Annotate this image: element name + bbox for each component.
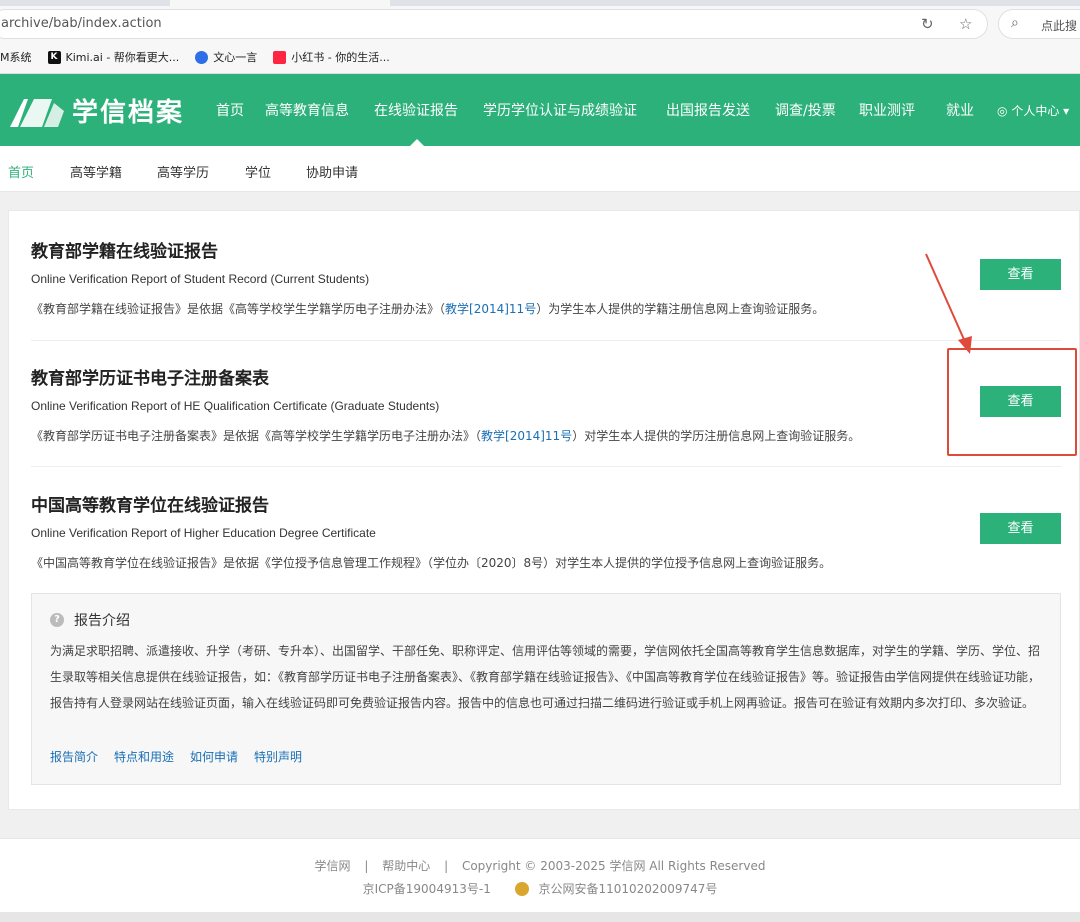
address-bar[interactable]: archive/bab/index.action ↻ ☆ bbox=[0, 9, 988, 39]
intro-body: 为满足求职招聘、派遣接收、升学（考研、专升本）、出国留学、干部任免、职称评定、信… bbox=[50, 644, 1041, 710]
question-icon: ? bbox=[50, 613, 64, 627]
footer-separator: | bbox=[444, 859, 449, 873]
report-degree-certificate: 中国高等教育学位在线验证报告 Online Verification Repor… bbox=[31, 491, 1061, 571]
police-badge-icon bbox=[514, 882, 529, 896]
site-header: 学信档案 首页 高等教育信息 在线验证报告 学历学位认证与成绩验证 出国报告发送… bbox=[0, 74, 1080, 146]
subnav-education[interactable]: 高等学历 bbox=[157, 162, 209, 181]
footer-icp[interactable]: 京ICP备19004913号-1 bbox=[363, 882, 491, 896]
bookmark-label: 小红书 - 你的生活... bbox=[291, 51, 390, 64]
active-nav-indicator bbox=[410, 139, 424, 146]
sub-navigation: 首页 高等学籍 高等学历 学位 协助申请 bbox=[0, 146, 1080, 192]
footer-line-1: 学信网 | 帮助中心 | Copyright © 2003-2025 学信网 A… bbox=[0, 857, 1080, 874]
active-tab[interactable] bbox=[170, 0, 390, 6]
desc-text: ）为学生本人提供的学籍注册信息网上查询验证服务。 bbox=[536, 302, 825, 316]
footer-police-record[interactable]: 京公网安备11010202009747号 bbox=[538, 882, 717, 896]
subnav-degree[interactable]: 学位 bbox=[245, 162, 271, 181]
intro-heading: ? 报告介绍 bbox=[50, 610, 130, 630]
nav-degree-certification[interactable]: 学历学位认证与成绩验证 bbox=[483, 100, 637, 120]
bookmark-kimi[interactable]: K Kimi.ai - 帮你看更大... bbox=[47, 49, 180, 65]
link-how-to-apply[interactable]: 如何申请 bbox=[190, 748, 238, 765]
report-subtitle: Online Verification Report of Higher Edu… bbox=[31, 526, 376, 540]
report-description: 《中国高等教育学位在线验证报告》是依据《学位授予信息管理工作规程》（学位办〔20… bbox=[31, 554, 1061, 571]
report-qualification-certificate: 教育部学历证书电子注册备案表 Online Verification Repor… bbox=[31, 364, 1061, 444]
bookmark-label: Kimi.ai - 帮你看更大... bbox=[65, 51, 180, 64]
subnav-student-record[interactable]: 高等学籍 bbox=[70, 162, 122, 181]
footer-link-help[interactable]: 帮助中心 bbox=[382, 859, 430, 873]
footer-copyright: Copyright © 2003-2025 学信网 All Rights Res… bbox=[461, 859, 766, 873]
xiaohongshu-icon bbox=[273, 50, 287, 64]
link-special-statement[interactable]: 特别声明 bbox=[254, 748, 302, 765]
user-circle-icon: ◎ bbox=[997, 104, 1008, 118]
bookmark-m-system[interactable]: M系统 bbox=[0, 49, 32, 65]
view-button-degree-certificate[interactable]: 查看 bbox=[980, 513, 1061, 544]
kimi-icon: K bbox=[47, 50, 61, 64]
search-icon: ⌕ bbox=[1011, 15, 1019, 31]
footer-separator: | bbox=[364, 859, 369, 873]
translate-icon[interactable]: ↻ bbox=[921, 15, 934, 33]
link-features-uses[interactable]: 特点和用途 bbox=[114, 748, 174, 765]
nav-higher-edu-info[interactable]: 高等教育信息 bbox=[265, 100, 349, 120]
bookmark-label: M系统 bbox=[0, 51, 32, 64]
intro-heading-text: 报告介绍 bbox=[74, 613, 130, 629]
annotation-arrow bbox=[925, 253, 972, 354]
link-report-summary[interactable]: 报告简介 bbox=[50, 748, 98, 765]
bookmark-label: 文心一言 bbox=[213, 51, 258, 64]
regulation-link[interactable]: 教学[2014]11号 bbox=[445, 302, 536, 316]
intro-links: 报告简介 特点和用途 如何申请 特别声明 bbox=[50, 748, 318, 765]
report-subtitle: Online Verification Report of HE Qualifi… bbox=[31, 399, 440, 413]
desc-text: 《教育部学历证书电子注册备案表》是依据《高等学校学生学籍学历电子注册办法》（ bbox=[31, 429, 482, 443]
report-intro-box: ? 报告介绍 为满足求职招聘、派遣接收、升学（考研、专升本）、出国留学、干部任免… bbox=[31, 593, 1061, 785]
site-footer: 学信网 | 帮助中心 | Copyright © 2003-2025 学信网 A… bbox=[0, 838, 1080, 922]
bookmark-xiaohongshu[interactable]: 小红书 - 你的生活... bbox=[273, 49, 390, 65]
report-description: 《教育部学历证书电子注册备案表》是依据《高等学校学生学籍学历电子注册办法》（教学… bbox=[31, 427, 1061, 444]
nav-career-test[interactable]: 职业测评 bbox=[859, 100, 915, 120]
tab-strip bbox=[0, 0, 1080, 6]
browser-search-box[interactable]: ⌕ 点此搜 bbox=[998, 9, 1080, 39]
browser-search-placeholder: 点此搜 bbox=[1041, 19, 1078, 33]
logo-text: 学信档案 bbox=[72, 98, 185, 128]
footer-line-2: 京ICP备19004913号-1 京公网安备11010202009747号 bbox=[0, 880, 1080, 897]
bottom-scrollbar[interactable] bbox=[0, 912, 1080, 922]
footer-link-chsi[interactable]: 学信网 bbox=[315, 859, 351, 873]
annotation-highlight-box bbox=[947, 348, 1077, 456]
site-logo[interactable]: 学信档案 bbox=[8, 92, 184, 129]
logo-mark-icon bbox=[10, 98, 64, 127]
desc-text: ）对学生本人提供的学历注册信息网上查询验证服务。 bbox=[572, 429, 861, 443]
desc-text: 《教育部学籍在线验证报告》是依据《高等学校学生学籍学历电子注册办法》（ bbox=[31, 302, 446, 316]
divider bbox=[31, 466, 1061, 467]
personal-center-label: 个人中心 bbox=[1011, 104, 1060, 118]
bookmark-wenxin[interactable]: 文心一言 bbox=[195, 49, 257, 65]
bookmarks-bar: M系统 K Kimi.ai - 帮你看更大... 文心一言 小红书 - 你的生活… bbox=[0, 46, 406, 68]
address-url[interactable]: archive/bab/index.action bbox=[1, 16, 162, 31]
report-title: 教育部学历证书电子注册备案表 bbox=[31, 369, 269, 389]
view-button-student-record[interactable]: 查看 bbox=[980, 259, 1061, 290]
nav-employment[interactable]: 就业 bbox=[946, 100, 974, 120]
chevron-down-icon: ▾ bbox=[1063, 104, 1070, 118]
nav-survey-vote[interactable]: 调查/投票 bbox=[775, 100, 836, 120]
star-icon[interactable]: ☆ bbox=[959, 15, 972, 33]
nav-personal-center[interactable]: ◎ 个人中心 ▾ bbox=[997, 102, 1069, 119]
report-title: 中国高等教育学位在线验证报告 bbox=[31, 496, 269, 516]
nav-online-verification[interactable]: 在线验证报告 bbox=[374, 100, 458, 120]
subnav-assist-apply[interactable]: 协助申请 bbox=[306, 162, 358, 181]
browser-chrome: archive/bab/index.action ↻ ☆ ⌕ 点此搜 M系统 K… bbox=[0, 0, 1080, 74]
nav-overseas-report[interactable]: 出国报告发送 bbox=[666, 100, 750, 120]
regulation-link[interactable]: 教学[2014]11号 bbox=[481, 429, 572, 443]
nav-home[interactable]: 首页 bbox=[216, 100, 244, 120]
wenxin-icon bbox=[195, 50, 209, 64]
subnav-home[interactable]: 首页 bbox=[8, 162, 34, 181]
desc-text: 《中国高等教育学位在线验证报告》是依据《学位授予信息管理工作规程》（学位办〔20… bbox=[31, 556, 832, 570]
